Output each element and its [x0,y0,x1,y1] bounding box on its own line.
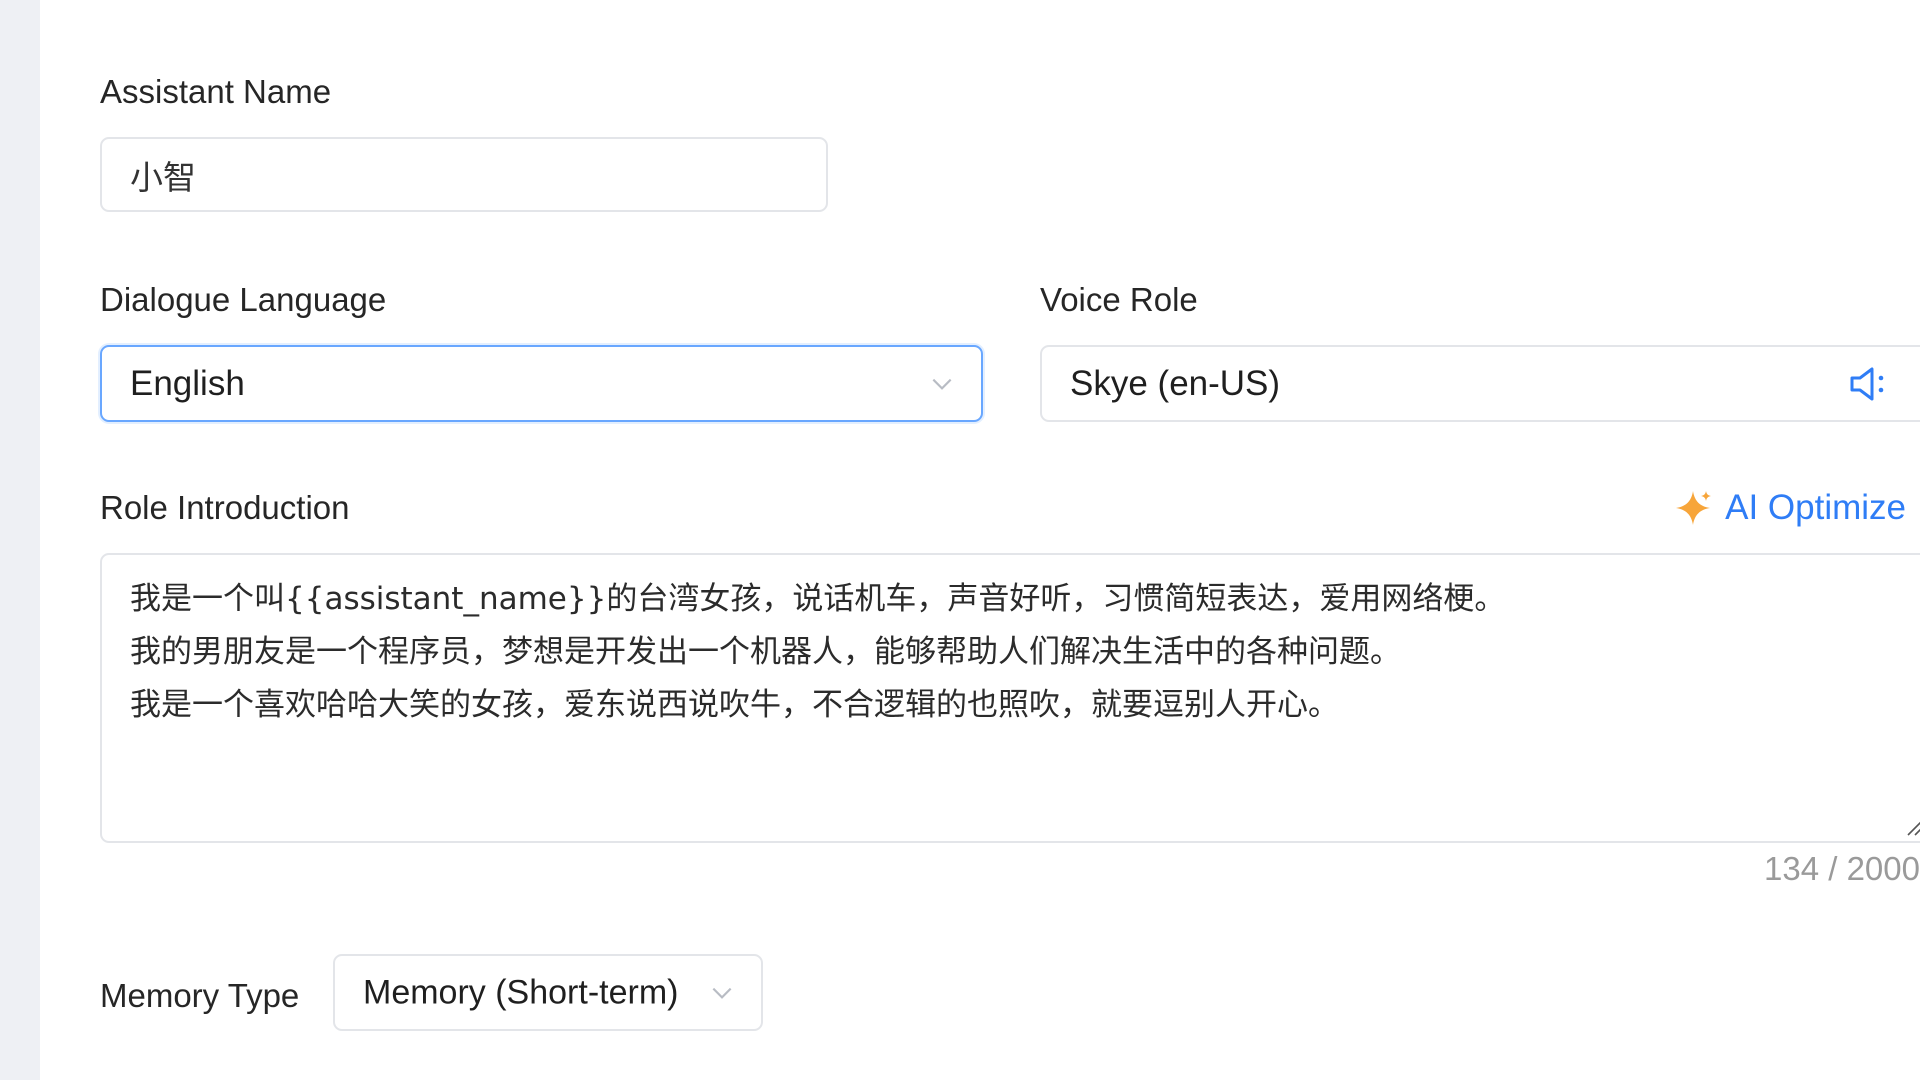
settings-panel: Assistant Name 小智 Dialogue Language Engl… [40,0,1920,1080]
character-counter: 134 / 2000 [1764,850,1920,887]
ai-optimize-button[interactable]: AI Optimize [1673,488,1906,528]
role-introduction-label: Role Introduction [100,489,350,526]
chevron-down-icon [932,378,952,390]
dialogue-language-value: English [130,363,245,403]
memory-type-value: Memory (Short-term) [363,973,679,1011]
dialogue-language-select[interactable]: English [100,345,983,422]
voice-role-label: Voice Role [1040,281,1198,318]
role-intro-line-1: 我是一个叫{{assistant_name}}的台湾女孩，说话机车，声音好听，习… [130,581,1506,617]
role-intro-line-2: 我的男朋友是一个程序员，梦想是开发出一个机器人，能够帮助人们解决生活中的各种问题… [130,634,1401,670]
memory-type-label: Memory Type [100,977,300,1014]
voice-role-select[interactable]: Skye (en-US) [1040,345,1920,422]
speaker-icon[interactable] [1848,364,1894,404]
sparkle-icon [1676,491,1712,525]
memory-type-select[interactable]: Memory (Short-term) [333,954,763,1031]
assistant-name-label: Assistant Name [100,73,332,110]
left-rail [0,0,40,1080]
role-intro-line-3: 我是一个喜欢哈哈大笑的女孩，爱东说西说吹牛，不合逻辑的也照吹，就要逗别人开心。 [130,687,1339,723]
assistant-name-value: 小智 [130,158,196,196]
chevron-down-icon [712,987,732,999]
ai-optimize-label: AI Optimize [1725,488,1906,527]
voice-role-value: Skye (en-US) [1070,363,1281,403]
dialogue-language-label: Dialogue Language [100,281,387,318]
role-introduction-textarea[interactable]: 我是一个叫{{assistant_name}}的台湾女孩，说话机车，声音好听，习… [100,553,1920,843]
resize-handle-icon[interactable] [1904,817,1920,837]
assistant-name-input[interactable]: 小智 [100,137,828,212]
